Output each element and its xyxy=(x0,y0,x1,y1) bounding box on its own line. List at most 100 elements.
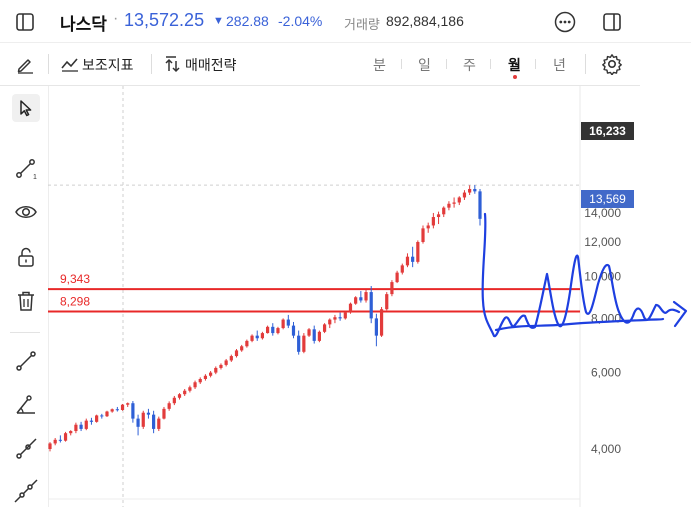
panel-icon[interactable] xyxy=(601,11,623,33)
period-divider xyxy=(490,59,491,69)
candle-body xyxy=(390,282,394,295)
indicators-button[interactable]: 보조지표 xyxy=(82,55,134,75)
candle-body xyxy=(255,335,259,339)
candle-body xyxy=(63,433,68,441)
candle-body xyxy=(478,191,482,219)
period-minute[interactable]: 분 xyxy=(373,55,386,75)
candle-body xyxy=(115,409,119,411)
candle-body xyxy=(364,292,368,301)
candle-body xyxy=(172,397,176,404)
candle-body xyxy=(452,202,456,204)
header-dot: · xyxy=(113,10,119,27)
candle-body xyxy=(214,367,218,373)
symbol-name: 나스닥 xyxy=(60,15,107,34)
candle-body xyxy=(260,333,265,339)
candle-body xyxy=(198,378,202,383)
candle-body xyxy=(193,382,197,388)
candle-body xyxy=(462,192,467,198)
candle-body xyxy=(224,360,228,365)
candle-body xyxy=(110,409,114,412)
candle-body xyxy=(157,418,161,429)
candle-body xyxy=(229,356,233,361)
change-percent: -2.04% xyxy=(278,13,323,29)
header-bar: 나스닥 · 13,572.25 ▼ 282.88 -2.04% 거래량 892,… xyxy=(0,0,691,43)
candle-body xyxy=(250,335,254,341)
candle-body xyxy=(105,411,109,417)
candle-body xyxy=(431,217,435,226)
candle-body xyxy=(141,412,145,427)
more-icon[interactable] xyxy=(553,10,577,34)
support-line-label: 9,343 xyxy=(60,272,90,286)
candle-body xyxy=(146,412,151,415)
candle-body xyxy=(374,318,378,336)
candle-body xyxy=(416,242,420,262)
candle-body xyxy=(245,340,249,347)
candle-body xyxy=(79,424,83,429)
price-chart[interactable]: 9,3438,298 4,0006,0008,00010,00012,00014… xyxy=(0,86,691,507)
candle-body xyxy=(468,188,472,193)
candle-body xyxy=(312,329,316,341)
candle-body xyxy=(457,197,461,203)
candle-body xyxy=(89,420,94,422)
strategy-icon[interactable] xyxy=(162,54,182,74)
candle-body xyxy=(333,317,337,320)
candle-body xyxy=(348,303,353,313)
candle-body xyxy=(436,214,441,218)
high-price-tag: 16,233 xyxy=(581,122,634,140)
candle-body xyxy=(359,297,363,301)
y-tick-label: 14,000 xyxy=(584,206,621,220)
period-month[interactable]: 월 xyxy=(508,55,521,75)
chart-toolbar: 보조지표 매매전략 분 일 주 월 년 xyxy=(0,43,640,86)
period-week[interactable]: 주 xyxy=(463,55,476,75)
change-arrow: ▼ xyxy=(213,15,224,27)
period-divider xyxy=(446,59,447,69)
volume-value: 892,884,186 xyxy=(386,13,464,29)
candle-body xyxy=(136,418,140,427)
pen-icon[interactable] xyxy=(14,53,36,75)
sidebar-toggle-icon[interactable] xyxy=(14,11,36,33)
candle-body xyxy=(53,439,57,444)
candle-body xyxy=(167,403,171,409)
high-price-value: 16,233 xyxy=(589,124,626,138)
volume-label: 거래량 xyxy=(344,17,380,32)
toolbar-divider xyxy=(585,54,586,74)
candle-body xyxy=(58,439,62,441)
candle-body xyxy=(183,390,187,395)
candle-body xyxy=(343,312,347,319)
toolbar-divider xyxy=(48,54,49,74)
candle-body xyxy=(426,225,430,229)
indicator-icon[interactable] xyxy=(60,54,80,74)
candle-body xyxy=(317,331,321,341)
freehand-annotation xyxy=(672,300,688,328)
candle-body xyxy=(48,443,52,449)
candle-body xyxy=(162,408,166,419)
candle-body xyxy=(120,404,125,410)
period-divider xyxy=(535,59,536,69)
support-line-label: 8,298 xyxy=(60,295,90,309)
candle-body xyxy=(322,324,327,332)
candle-body xyxy=(307,329,311,336)
candle-body xyxy=(265,326,270,334)
active-period-dot xyxy=(513,75,517,79)
period-divider xyxy=(401,59,402,69)
candle-body xyxy=(69,431,73,434)
candle-body xyxy=(297,335,301,352)
candle-body xyxy=(473,188,477,192)
candle-body xyxy=(234,350,239,357)
change-value: 282.88 xyxy=(226,13,269,29)
candle-body xyxy=(240,346,244,351)
candle-body xyxy=(152,414,156,429)
candle-body xyxy=(379,309,384,336)
period-day[interactable]: 일 xyxy=(418,55,431,75)
settings-icon[interactable] xyxy=(600,52,624,76)
period-year[interactable]: 년 xyxy=(553,55,566,75)
y-tick-label: 4,000 xyxy=(591,442,621,456)
y-tick-label: 12,000 xyxy=(584,235,621,249)
candle-body xyxy=(131,403,135,419)
candle-body xyxy=(442,207,446,215)
candle-body xyxy=(271,326,275,334)
candle-body xyxy=(395,272,399,283)
strategy-button[interactable]: 매매전략 xyxy=(185,55,237,75)
candle-body xyxy=(74,424,78,432)
candle-body xyxy=(100,415,104,417)
